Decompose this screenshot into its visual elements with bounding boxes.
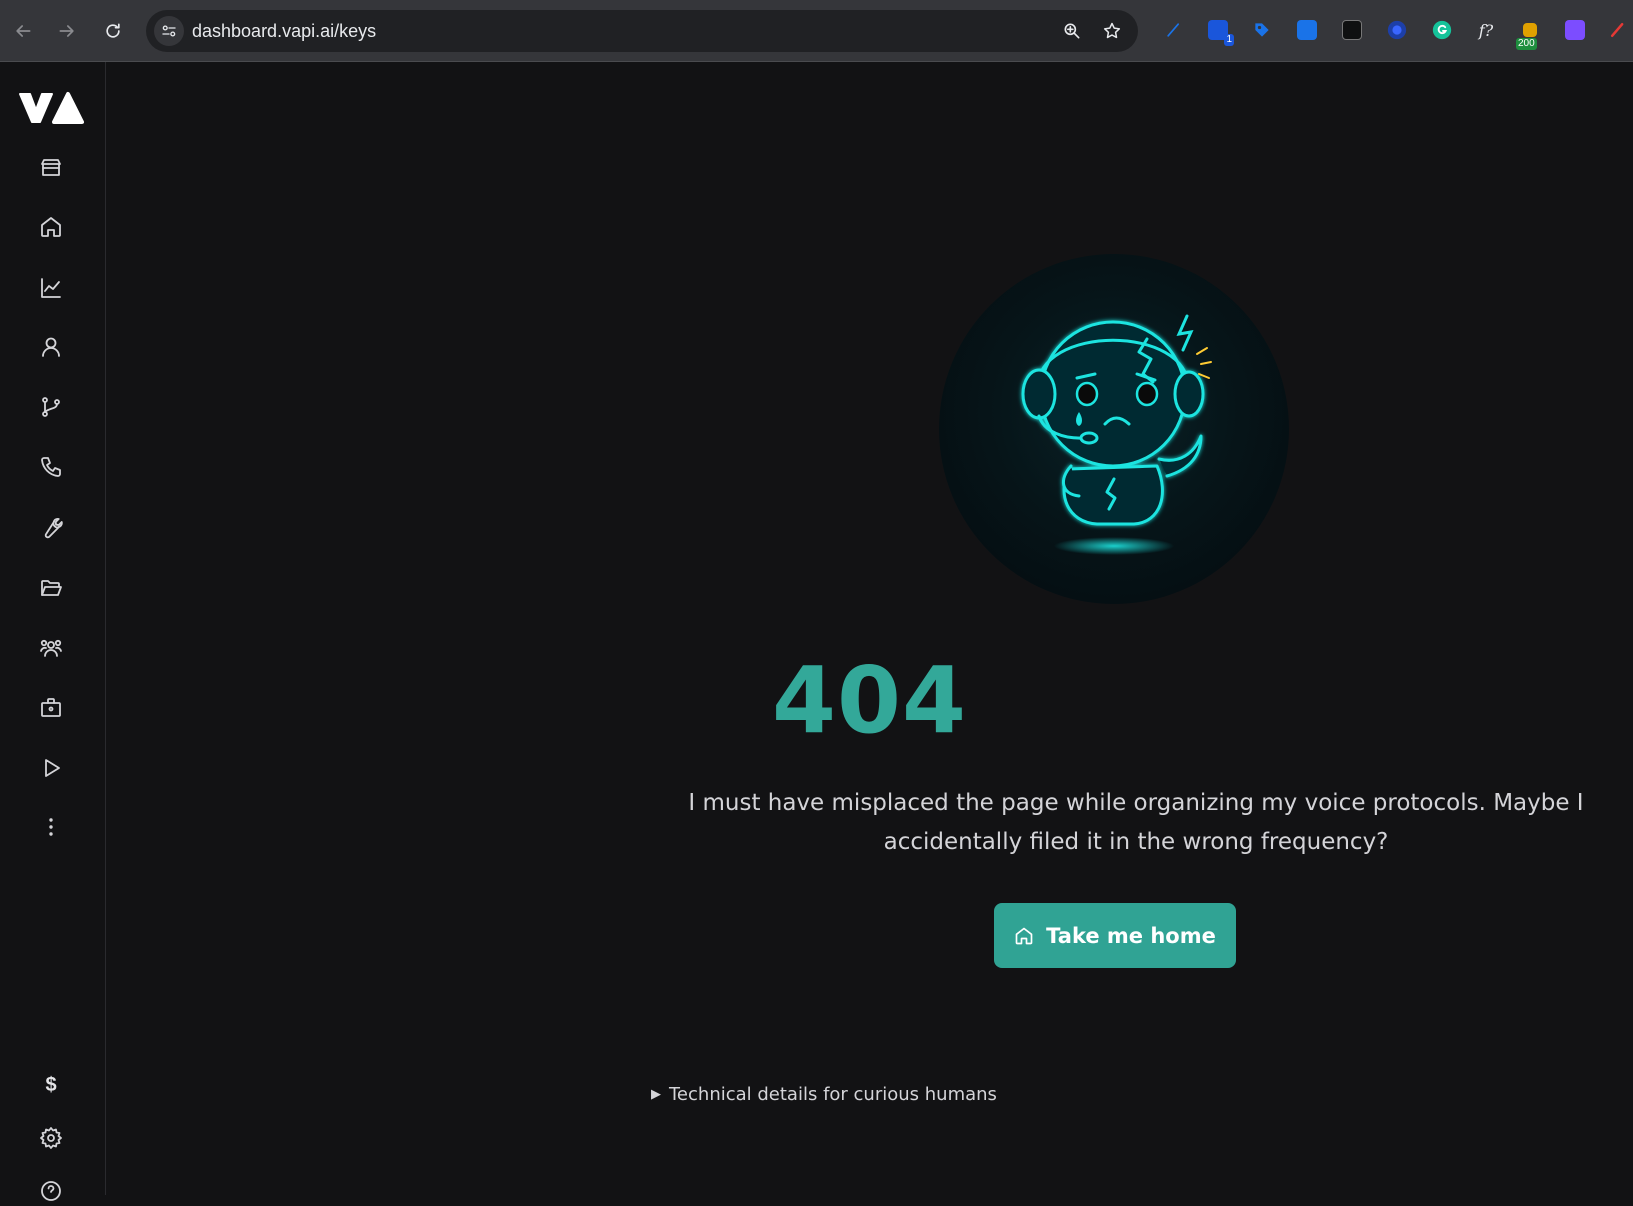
gear-icon: [40, 1127, 62, 1149]
error-message: I must have misplaced the page while org…: [688, 790, 1584, 855]
back-button[interactable]: [6, 14, 40, 48]
chart-line-icon: [41, 278, 61, 298]
extension-fx-icon[interactable]: f?: [1474, 18, 1498, 42]
help-icon: [41, 1181, 61, 1201]
zoom-in-icon: [1064, 23, 1080, 39]
zoom-button[interactable]: [1060, 19, 1084, 43]
folder-open-icon: [41, 580, 62, 596]
disclosure-triangle-icon: ▶: [651, 1087, 661, 1102]
sidebar-item-home[interactable]: [36, 212, 66, 242]
vapi-logo-icon: [19, 92, 84, 124]
extension-red-pen-icon[interactable]: [1606, 18, 1630, 42]
briefcase-lock-icon: [41, 698, 61, 717]
sidebar: $: [0, 62, 106, 1201]
bookmark-button[interactable]: [1100, 19, 1124, 43]
reload-icon: [106, 23, 120, 38]
sad-robot-mascot: [939, 254, 1289, 604]
reload-button[interactable]: [96, 14, 130, 48]
home-icon: [41, 217, 61, 237]
sidebar-item-files[interactable]: [36, 573, 66, 603]
extension-download-icon[interactable]: [1295, 18, 1319, 42]
extension-shield-icon[interactable]: 1: [1206, 18, 1234, 46]
url-text[interactable]: dashboard.vapi.ai/keys: [192, 21, 376, 42]
play-icon: [45, 759, 60, 777]
extension-grammarly-icon[interactable]: [1430, 18, 1454, 42]
sidebar-item-workflows[interactable]: [36, 392, 66, 422]
vapi-logo[interactable]: [18, 90, 84, 131]
extension-cursor-icon[interactable]: [1340, 18, 1364, 42]
extension-badge: 1: [1224, 34, 1234, 46]
take-me-home-button[interactable]: Take me home: [994, 903, 1236, 968]
extension-tag-icon[interactable]: [1250, 18, 1274, 42]
users-icon: [40, 639, 62, 657]
phone-icon: [41, 457, 61, 477]
extension-badge: 200: [1516, 38, 1537, 50]
address-bar[interactable]: dashboard.vapi.ai/keys: [146, 10, 1138, 52]
take-me-home-label: Take me home: [1046, 923, 1216, 948]
technical-details-toggle[interactable]: ▶ Technical details for curious humans: [651, 1084, 997, 1105]
sidebar-item-marketplace[interactable]: [36, 152, 66, 182]
forward-button[interactable]: [50, 14, 84, 48]
sidebar-item-assistants[interactable]: [36, 332, 66, 362]
store-icon: [41, 159, 61, 176]
sidebar-item-billing[interactable]: $: [36, 1070, 66, 1100]
main-content: 404 I must have misplaced the page while…: [106, 62, 1633, 1195]
home-icon: [1015, 927, 1033, 944]
sad-robot-icon: [1021, 314, 1212, 555]
sidebar-item-tools[interactable]: [36, 513, 66, 543]
user-icon: [42, 337, 60, 357]
extension-pen-icon[interactable]: [1162, 18, 1186, 42]
wrench-icon: [44, 517, 63, 539]
star-icon: [1103, 22, 1121, 39]
arrow-right-icon: [59, 25, 74, 37]
browser-toolbar: dashboard.vapi.ai/keys 1 f? 200: [0, 0, 1633, 62]
git-branch-icon: [42, 397, 60, 417]
sidebar-item-squads[interactable]: [36, 633, 66, 663]
arrow-left-icon: [16, 25, 31, 37]
sidebar-item-test[interactable]: [36, 753, 66, 783]
error-code: 404: [771, 647, 968, 754]
sidebar-item-more[interactable]: [36, 812, 66, 842]
sidebar-item-phone-numbers[interactable]: [36, 452, 66, 482]
sidebar-item-settings[interactable]: [36, 1123, 66, 1153]
sidebar-item-help[interactable]: [36, 1176, 66, 1206]
extension-blue-circle-icon[interactable]: [1385, 18, 1409, 42]
extension-counter-icon[interactable]: 200: [1516, 18, 1542, 50]
site-info-button[interactable]: [154, 16, 184, 46]
sidebar-item-analytics[interactable]: [36, 273, 66, 303]
tune-icon: [162, 25, 176, 37]
more-vertical-icon: [49, 818, 53, 836]
technical-details-label: Technical details for curious humans: [669, 1084, 997, 1105]
extension-bookmark-icon[interactable]: [1563, 18, 1587, 42]
sidebar-item-api-keys[interactable]: [36, 692, 66, 722]
